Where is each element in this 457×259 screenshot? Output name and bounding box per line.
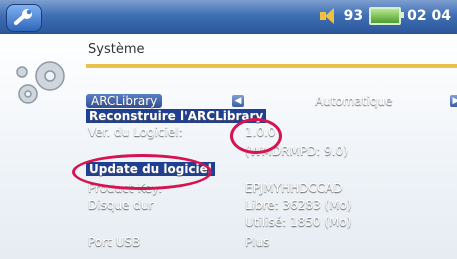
highlight-ring-update bbox=[72, 154, 212, 190]
arclibrary-next-button[interactable]: ▶ bbox=[450, 95, 457, 107]
settings-panel: Système ARCLibrary ◀ Automatique ▶ Recon… bbox=[0, 34, 457, 259]
status-area: 93 02 04 bbox=[319, 7, 451, 25]
arclibrary-row[interactable]: ARCLibrary bbox=[86, 94, 163, 108]
disk-label: Disque dur bbox=[88, 198, 154, 212]
battery-icon bbox=[369, 7, 405, 25]
arclibrary-value: Automatique bbox=[315, 94, 393, 108]
title-divider-shadow bbox=[86, 67, 457, 68]
chevron-right-icon: ▶ bbox=[452, 96, 457, 106]
arclibrary-label: ARCLibrary bbox=[86, 94, 163, 108]
chevron-left-icon: ◀ bbox=[234, 96, 242, 106]
usb-port-value: Plus bbox=[245, 235, 270, 249]
product-key-value: EPJMYHHDCCAD bbox=[245, 181, 343, 195]
disk-free: Libre: 36283 (Mo) bbox=[245, 198, 352, 212]
page-title: Système bbox=[88, 42, 145, 57]
gears-icon bbox=[16, 61, 65, 104]
software-version-label: Ver. du Logiciel: bbox=[88, 125, 183, 139]
volume-level: 93 bbox=[343, 8, 364, 24]
usb-port-label: Port USB bbox=[88, 235, 141, 249]
highlight-ring-version bbox=[230, 118, 282, 154]
clock: 02 04 bbox=[407, 8, 451, 24]
arclibrary-prev-button[interactable]: ◀ bbox=[232, 95, 244, 107]
volume-icon bbox=[319, 8, 338, 24]
disk-used: Utilisé: 1850 (Mo) bbox=[245, 215, 352, 229]
top-bar: 93 02 04 bbox=[0, 0, 457, 34]
wrench-menu-button[interactable] bbox=[6, 4, 42, 32]
wrench-icon bbox=[14, 9, 32, 25]
